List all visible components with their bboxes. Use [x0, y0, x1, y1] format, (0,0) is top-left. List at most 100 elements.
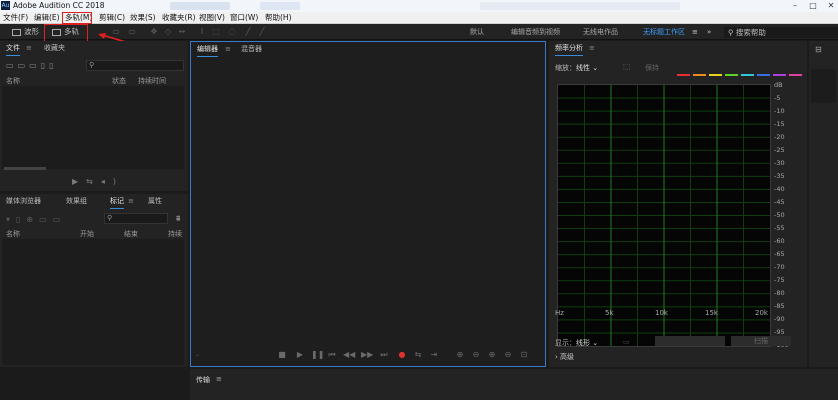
hold-color-swatch[interactable] — [677, 74, 690, 76]
move-tool-icon[interactable]: ✥ — [150, 28, 158, 36]
frequency-plot[interactable] — [557, 84, 771, 347]
more-workspaces-button[interactable]: » — [707, 24, 711, 40]
time-selection-tool-icon[interactable]: I — [198, 28, 206, 36]
filter-icon[interactable]: ⩩ — [176, 214, 180, 224]
waveform-view-button[interactable]: 波形 — [12, 26, 39, 38]
close-button[interactable]: ✕ — [824, 0, 838, 12]
add-marker-icon[interactable]: ▾ — [6, 215, 16, 224]
editor-canvas[interactable] — [191, 57, 545, 345]
zoom-full-icon[interactable]: ⊡ — [519, 350, 529, 360]
files-panel-menu-icon[interactable]: ≡ — [26, 41, 32, 55]
import-icon[interactable]: ▭ — [18, 61, 30, 70]
hold-color-swatch[interactable] — [789, 74, 802, 76]
record-button[interactable]: ● — [397, 350, 407, 360]
pause-button[interactable]: ❚❚ — [311, 350, 324, 360]
speaker-icon[interactable]: ◂) — [101, 177, 124, 186]
collapsed-panel-menu-icon[interactable]: ⊟ — [815, 45, 822, 54]
tab-favorites[interactable]: 收藏夹 — [44, 41, 65, 55]
go-to-end-button[interactable]: ⏭ — [379, 350, 389, 360]
display-select[interactable]: 线形 ⌄ — [576, 338, 598, 348]
column-status[interactable]: 状态 — [112, 76, 126, 86]
channel-select[interactable]: ▭ — [623, 338, 630, 346]
rewind-button[interactable]: ◀◀ — [343, 350, 355, 360]
fft-size-select[interactable] — [655, 336, 725, 346]
open-folder-icon[interactable]: ▭ — [6, 61, 18, 70]
column-name[interactable]: 名称 — [6, 76, 20, 86]
column-duration[interactable]: 持续 — [168, 229, 182, 239]
play-button[interactable]: ▶ — [295, 350, 305, 360]
insert-icon[interactable]: ▯ — [41, 61, 49, 70]
marker-list[interactable] — [2, 239, 184, 365]
zoom-in-amplitude-icon[interactable]: ⊕ — [455, 350, 465, 360]
column-name[interactable]: 名称 — [6, 229, 20, 239]
fast-forward-button[interactable]: ▶▶ — [361, 350, 373, 360]
freq-panel-menu-icon[interactable]: ≡ — [589, 41, 595, 55]
go-to-start-button[interactable]: ⏮ — [327, 350, 337, 360]
tab-frequency-analysis[interactable]: 频率分析 — [555, 41, 583, 56]
column-start[interactable]: 开始 — [80, 229, 94, 239]
menu-clip[interactable]: 剪辑(C) — [99, 12, 125, 24]
tab-effects-group[interactable]: 效果组 — [66, 194, 87, 208]
insert-marker-icon[interactable]: ▭ — [53, 215, 67, 224]
workspace-edit-audio-to-video[interactable]: 编辑音频到视频 — [511, 24, 560, 40]
lasso-tool-icon[interactable]: ◌ — [228, 28, 236, 36]
workspace-default[interactable]: 默认 — [470, 24, 484, 40]
zoom-in-time-icon[interactable]: ⊕ — [487, 350, 497, 360]
markers-panel-menu-icon[interactable]: ≡ — [128, 194, 134, 208]
delete-icon[interactable]: ▯ — [49, 61, 57, 70]
marquee-tool-icon[interactable]: ⬚ — [212, 28, 220, 36]
razor-tool-icon[interactable]: ◇ — [164, 28, 172, 36]
scale-options-icon[interactable]: ⬚ — [623, 62, 631, 71]
transport-panel-menu-icon[interactable]: ≡ — [216, 375, 222, 383]
export-marker-icon[interactable]: ▭ — [39, 215, 53, 224]
zoom-out-time-icon[interactable]: ⊖ — [503, 350, 513, 360]
help-search-input[interactable]: ⚲ 搜索帮助 — [724, 27, 838, 38]
advanced-toggle[interactable]: › 高级 — [555, 352, 574, 362]
tab-mixer[interactable]: 混音器 — [241, 42, 262, 56]
menu-window[interactable]: 窗口(W) — [230, 12, 258, 24]
play-icon[interactable]: ▶ — [72, 177, 86, 186]
hold-color-swatch[interactable] — [709, 74, 722, 76]
brush-tool-icon[interactable]: ╱ — [244, 28, 252, 36]
tab-markers[interactable]: 标记 — [110, 194, 124, 209]
scan-button[interactable]: 扫描 — [731, 336, 791, 346]
hold-color-swatch[interactable] — [757, 74, 770, 76]
files-search-input[interactable]: ⚲ — [86, 60, 184, 71]
hold-color-swatch[interactable] — [725, 74, 738, 76]
delete-marker-icon[interactable]: ▯ — [16, 215, 26, 224]
tab-files[interactable]: 文件 — [6, 41, 20, 56]
scale-select[interactable]: 线性 ⌄ — [576, 63, 598, 73]
loop-icon[interactable]: ⇆ — [86, 177, 101, 186]
hold-color-swatch[interactable] — [741, 74, 754, 76]
workspace-untitled[interactable]: 无标题工作区 — [643, 24, 685, 40]
tab-editor[interactable]: 编辑器 — [197, 42, 218, 57]
slip-tool-icon[interactable]: ↔ — [178, 28, 186, 36]
menu-view[interactable]: 视图(V) — [199, 12, 225, 24]
hold-color-swatch[interactable] — [693, 74, 706, 76]
tab-media-browser[interactable]: 媒体浏览器 — [6, 194, 41, 208]
menu-edit[interactable]: 编辑(E) — [34, 12, 60, 24]
merge-marker-icon[interactable]: ⊕ — [26, 215, 39, 224]
maximize-button[interactable]: □ — [806, 0, 820, 12]
editor-panel-menu-icon[interactable]: ≡ — [225, 42, 231, 56]
hold-color-swatch[interactable] — [773, 74, 786, 76]
new-file-icon[interactable]: ▭ — [29, 61, 41, 70]
horizontal-scrollbar[interactable] — [4, 167, 46, 170]
workspace-menu-icon[interactable]: ≡ — [692, 24, 698, 40]
spot-healing-tool-icon[interactable]: ╱ — [258, 28, 266, 36]
column-duration[interactable]: 持续时间 — [138, 76, 166, 86]
menu-effects[interactable]: 效果(S) — [130, 12, 156, 24]
minimize-button[interactable]: – — [788, 0, 802, 12]
markers-search-input[interactable]: ⚲ — [104, 213, 168, 224]
menu-favorites[interactable]: 收藏夹(R) — [162, 12, 196, 24]
workspace-radio-production[interactable]: 无线电作品 — [583, 24, 618, 40]
menu-help[interactable]: 帮助(H) — [265, 12, 292, 24]
stop-button[interactable]: ■ — [277, 350, 287, 360]
zoom-out-amplitude-icon[interactable]: ⊖ — [471, 350, 481, 360]
pitch-display-icon[interactable]: ▭ — [128, 28, 136, 36]
column-end[interactable]: 结束 — [124, 229, 138, 239]
skip-selection-button[interactable]: ⇥ — [429, 350, 439, 360]
tab-properties[interactable]: 属性 — [148, 194, 162, 208]
loop-button[interactable]: ⇆ — [413, 350, 423, 360]
collapsed-panel-area[interactable] — [811, 69, 836, 103]
